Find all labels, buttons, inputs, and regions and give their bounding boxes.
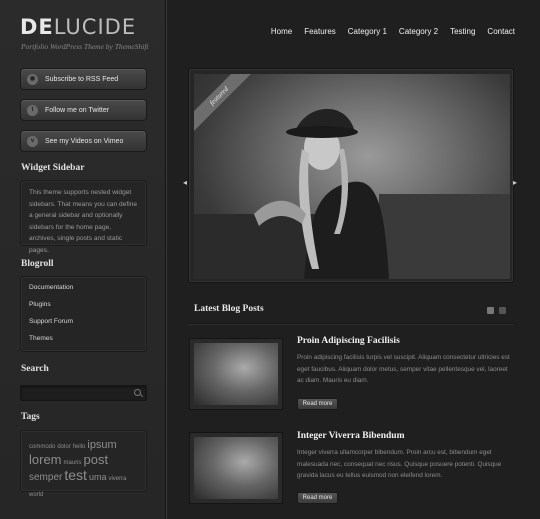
nav-category-2[interactable]: Category 2: [399, 27, 438, 36]
tag-test[interactable]: test: [64, 467, 87, 483]
post-2-read-more-button[interactable]: Read more: [297, 492, 338, 504]
featured-slide-image[interactable]: featured: [194, 74, 510, 279]
blogroll-item-documentation[interactable]: Documentation: [21, 279, 146, 296]
tag-dolor[interactable]: dolor: [57, 444, 70, 450]
sidebar: DELUCIDE Portfolio WordPress Theme by Th…: [0, 0, 166, 519]
blogroll-title: Blogroll: [21, 259, 54, 269]
blogroll-item-themes[interactable]: Themes: [21, 330, 146, 347]
tag-commodo[interactable]: commodo: [29, 444, 55, 450]
nav-features[interactable]: Features: [304, 27, 336, 36]
widget-sidebar-title: Widget Sidebar: [21, 163, 85, 173]
tag-cloud: commodo dolor hello ipsum lorem mauris post s…: [20, 430, 147, 498]
search-icon[interactable]: [134, 389, 141, 396]
vimeo-icon: v: [27, 135, 38, 147]
nav-category-1[interactable]: Category 1: [348, 27, 387, 36]
latest-posts-title: Latest Blog Posts: [194, 304, 264, 314]
blogroll-list: Documentation Plugins Support Forum Them…: [20, 276, 147, 352]
vimeo-videos-label: See my Videos on Vimeo: [45, 137, 124, 145]
post-2-excerpt: Integer viverra ullamcorper bibendum. Pr…: [297, 449, 502, 479]
rss-subscribe-label: Subscribe to RSS Feed: [45, 75, 119, 83]
slider-next-arrow-icon[interactable]: ▸: [513, 178, 517, 187]
logo-bold: DE: [20, 15, 54, 39]
blogroll-item-support-forum[interactable]: Support Forum: [21, 313, 146, 330]
section-divider: [188, 323, 514, 324]
tag-mauris[interactable]: mauris: [64, 460, 82, 466]
vimeo-videos-button[interactable]: v See my Videos on Vimeo: [20, 130, 147, 152]
post-1-read-more-button[interactable]: Read more: [297, 398, 338, 410]
post-1-excerpt: Proin adipiscing facilisis turpis vel su…: [297, 354, 510, 384]
twitter-follow-button[interactable]: t Follow me on Twitter: [20, 99, 147, 121]
tags-title: Tags: [21, 412, 40, 422]
post-1-title[interactable]: Proin Adipiscing Facilisis: [297, 336, 400, 346]
tag-lorem[interactable]: lorem: [29, 452, 62, 467]
tag-viverra[interactable]: viverra: [108, 476, 126, 482]
slider-prev-arrow-icon[interactable]: ◂: [183, 178, 187, 187]
site-logo[interactable]: DELUCIDE: [20, 15, 136, 39]
rss-icon: ◉: [27, 73, 38, 85]
nav-testing[interactable]: Testing: [450, 27, 475, 36]
main-nav: Home Features Category 1 Category 2 Test…: [259, 27, 515, 36]
featured-photo: [194, 108, 510, 279]
twitter-follow-label: Follow me on Twitter: [45, 106, 110, 114]
tag-hello[interactable]: hello: [73, 444, 86, 450]
featured-slider: featured: [188, 68, 514, 283]
tag-uma[interactable]: uma: [89, 472, 107, 482]
tag-ipsum[interactable]: ipsum: [87, 439, 116, 451]
search-title: Search: [21, 364, 49, 374]
post-1-thumbnail[interactable]: [189, 338, 283, 410]
tag-post[interactable]: post: [84, 452, 109, 467]
rss-subscribe-button[interactable]: ◉ Subscribe to RSS Feed: [20, 68, 147, 90]
nav-contact[interactable]: Contact: [487, 27, 515, 36]
twitter-icon: t: [27, 104, 38, 116]
posts-page-2[interactable]: [499, 307, 506, 314]
widget-sidebar-box: This theme supports nested widget sideba…: [20, 180, 147, 254]
post-2-thumbnail[interactable]: [189, 432, 283, 504]
widget-sidebar-text: This theme supports nested widget sideba…: [29, 189, 138, 254]
logo-light: LUCIDE: [53, 15, 137, 39]
search-input[interactable]: [20, 385, 147, 401]
tag-semper[interactable]: semper: [29, 472, 62, 483]
blogroll-item-plugins[interactable]: Plugins: [21, 296, 146, 313]
tag-world[interactable]: world: [29, 492, 43, 498]
nav-home[interactable]: Home: [271, 27, 292, 36]
posts-page-1[interactable]: [487, 307, 494, 314]
post-2-title[interactable]: Integer Viverra Bibendum: [297, 431, 405, 441]
site-tagline: Portfolio WordPress Theme by ThemeShift: [21, 42, 149, 51]
